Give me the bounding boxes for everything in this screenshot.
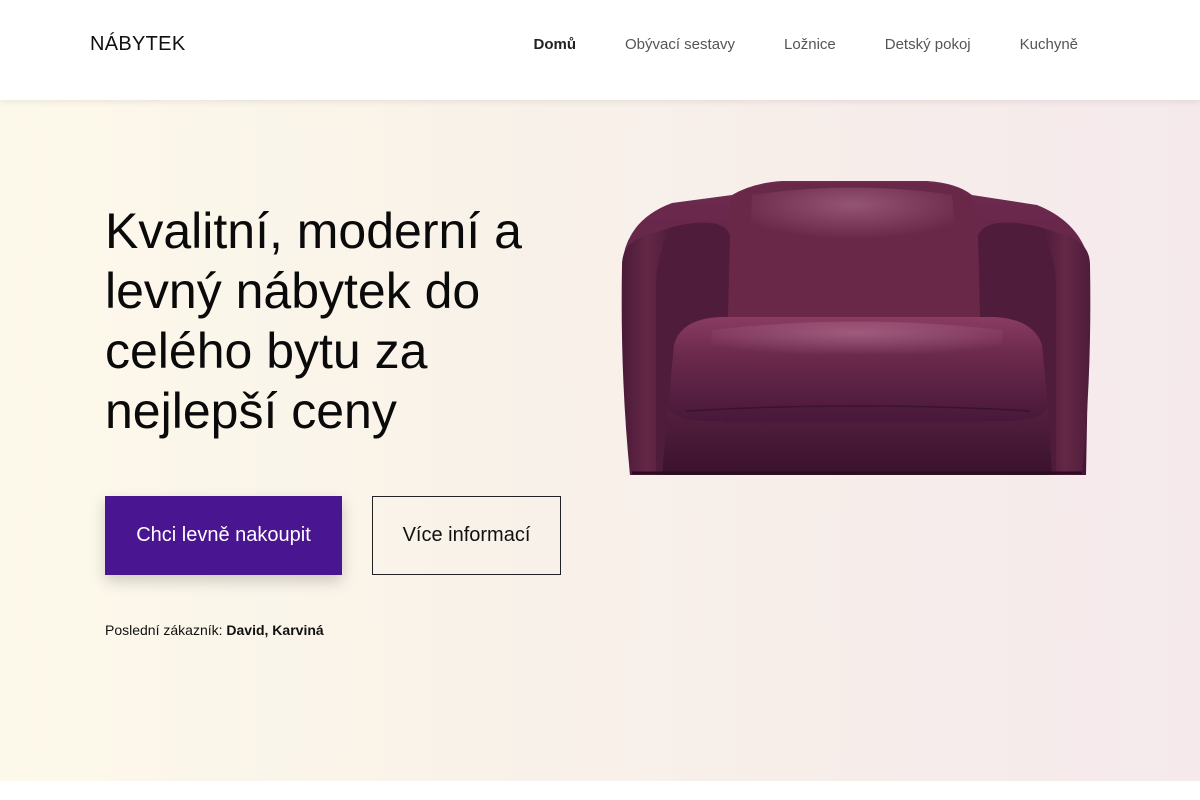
last-customer-label: Poslední zákazník:	[105, 622, 223, 638]
armchair-image	[612, 175, 1098, 485]
hero-section: Kvalitní, moderní a levný nábytek do cel…	[0, 100, 1200, 781]
hero-headline: Kvalitní, moderní a levný nábytek do cel…	[105, 203, 522, 439]
nav-item-home[interactable]: Domů	[534, 36, 577, 54]
section-divider	[0, 781, 1200, 800]
nav-item-kids-room[interactable]: Detský pokoj	[885, 36, 971, 54]
nav-item-living-room-sets[interactable]: Obývací sestavy	[625, 36, 735, 54]
last-customer: Poslední zákazník: David, Karviná	[105, 622, 324, 638]
more-info-button[interactable]: Více informací	[372, 496, 561, 575]
armchair-illustration	[621, 181, 1091, 475]
nav-item-kitchen[interactable]: Kuchyně	[1020, 36, 1078, 54]
site-header: NÁBYTEK Domů Obývací sestavy Ložnice Det…	[0, 0, 1200, 100]
nav-item-bedroom[interactable]: Ložnice	[784, 36, 836, 54]
main-nav: Domů Obývací sestavy Ložnice Detský poko…	[534, 36, 1079, 54]
shop-cheap-button[interactable]: Chci levně nakoupit	[105, 496, 342, 575]
site-logo[interactable]: NÁBYTEK	[90, 33, 185, 56]
last-customer-name: David, Karviná	[226, 622, 324, 638]
